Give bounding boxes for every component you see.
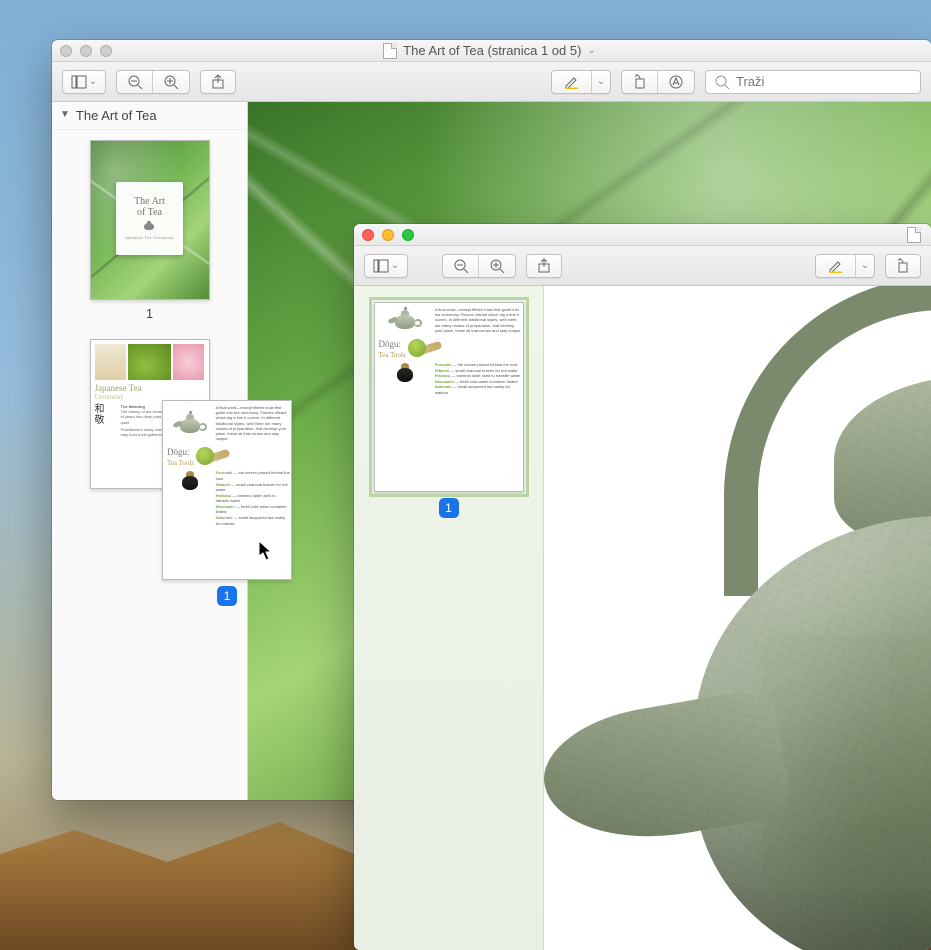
markup-button[interactable]: [658, 71, 694, 93]
disclosure-triangle-icon[interactable]: ▼: [60, 109, 70, 120]
close-icon[interactable]: [60, 45, 72, 57]
zoom-out-button[interactable]: [117, 71, 153, 93]
page-badge: 1: [439, 498, 459, 518]
dragged-thumbnail[interactable]: A final word—except fifteen main first g…: [162, 400, 292, 606]
zoom-group: [116, 70, 190, 94]
intro-text: A final word—except fifteen main first g…: [216, 405, 290, 441]
rotate-markup-group: [621, 70, 695, 94]
document-proxy-icon[interactable]: [907, 227, 921, 243]
dogu-subtitle: Tea Tools: [379, 351, 406, 359]
definitions-list: Furosaki — the screen placed behind the …: [216, 470, 290, 575]
definitions-list: Furosaki — the screen placed behind the …: [435, 362, 522, 487]
chevron-down-icon[interactable]: ⌄: [587, 45, 595, 56]
zoom-group: [442, 254, 516, 278]
document-icon: [383, 43, 397, 59]
whisk-image: [95, 344, 126, 380]
dogu-title: Dōgu:: [379, 339, 406, 349]
search-icon: [714, 74, 730, 90]
document-canvas[interactable]: [544, 286, 931, 950]
matcha-image: [196, 447, 214, 465]
cover-title-line2: of Tea: [137, 207, 162, 218]
close-icon[interactable]: [362, 229, 374, 241]
thumbnail-page[interactable]: The Art of Tea Japanese Tea Ceremony 1: [90, 140, 210, 321]
highlight-menu-button[interactable]: ⌄: [856, 255, 874, 277]
minimize-icon[interactable]: [80, 45, 92, 57]
zoom-out-button[interactable]: [443, 255, 479, 277]
dark-kettle-image: [395, 362, 415, 384]
sidebar-header[interactable]: ▼ The Art of Tea: [52, 102, 247, 130]
search-input[interactable]: [736, 74, 912, 89]
blossom-image: [173, 344, 204, 380]
toolbar: ⌄ ⌄: [354, 246, 931, 286]
page-title: Japanese Tea: [95, 383, 205, 393]
highlight-menu-button[interactable]: ⌄: [592, 71, 610, 93]
matcha-bowl-image: [128, 344, 172, 380]
kettle-image: [391, 309, 419, 333]
intro-text: A final word—except fifteen main first g…: [435, 307, 522, 333]
view-mode-button[interactable]: ⌄: [62, 70, 106, 94]
window-title: The Art of Tea (stranica 1 od 5): [403, 43, 581, 58]
teapot-image: [574, 286, 931, 950]
share-button[interactable]: [200, 70, 236, 94]
traffic-lights: [362, 229, 414, 241]
rotate-button[interactable]: [885, 254, 921, 278]
search-field[interactable]: [705, 70, 921, 94]
highlight-button[interactable]: [552, 71, 592, 93]
titlebar[interactable]: The Art of Tea (stranica 1 od 5) ⌄: [52, 40, 931, 62]
view-mode-button[interactable]: ⌄: [364, 254, 408, 278]
titlebar[interactable]: [354, 224, 931, 246]
page-badge: 1: [217, 586, 237, 606]
rotate-button[interactable]: [622, 71, 658, 93]
highlight-group: ⌄: [815, 254, 875, 278]
highlight-button[interactable]: [816, 255, 856, 277]
toolbar: ⌄ ⌄: [52, 62, 931, 102]
cover-title-line1: The Art: [134, 196, 165, 207]
dogu-title: Dōgu:: [167, 447, 194, 457]
page-number: 1: [90, 306, 210, 321]
zoom-icon[interactable]: [100, 45, 112, 57]
dark-kettle-image: [180, 470, 200, 492]
sidebar-title: The Art of Tea: [76, 108, 157, 123]
cover-subtitle: Japanese Tea Ceremony: [125, 235, 174, 240]
zoom-in-button[interactable]: [479, 255, 515, 277]
traffic-lights: [60, 45, 112, 57]
thumbnail-page[interactable]: A final word—except fifteen main first g…: [374, 302, 524, 518]
teapot-icon: [142, 221, 156, 231]
kettle-image: [176, 413, 204, 437]
highlight-group: ⌄: [551, 70, 611, 94]
matcha-image: [408, 339, 426, 357]
zoom-icon[interactable]: [402, 229, 414, 241]
thumbnail-sidebar: A final word—except fifteen main first g…: [354, 286, 544, 950]
preview-window-2: ⌄ ⌄: [354, 224, 931, 950]
zoom-in-button[interactable]: [153, 71, 189, 93]
minimize-icon[interactable]: [382, 229, 394, 241]
share-button[interactable]: [526, 254, 562, 278]
kanji-text: 和 敬: [95, 404, 117, 426]
dogu-subtitle: Tea Tools: [167, 459, 194, 467]
